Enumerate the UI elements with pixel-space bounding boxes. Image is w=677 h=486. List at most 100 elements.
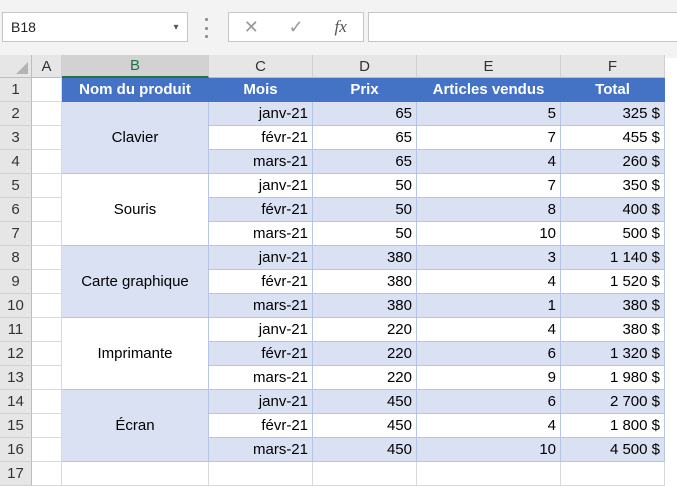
cell-a10[interactable]	[32, 294, 62, 318]
chevron-down-icon[interactable]: ▾	[165, 22, 187, 33]
column-header-d[interactable]: D	[313, 55, 417, 78]
select-all-corner[interactable]	[0, 55, 32, 78]
row-header-4[interactable]: 4	[0, 150, 32, 174]
cell-units-sold[interactable]: 8	[417, 198, 561, 222]
column-header-f[interactable]: F	[561, 55, 665, 78]
cell-units-sold[interactable]: 9	[417, 366, 561, 390]
cell-units-sold[interactable]: 10	[417, 222, 561, 246]
product-name-cell[interactable]: Écran	[62, 390, 209, 462]
table-header-cell[interactable]: Nom du produit	[62, 78, 209, 102]
cell-a14[interactable]	[32, 390, 62, 414]
cell-month[interactable]: mars-21	[209, 366, 313, 390]
cell-total[interactable]: 325 $	[561, 102, 665, 126]
row-header-6[interactable]: 6	[0, 198, 32, 222]
cell-units-sold[interactable]: 7	[417, 126, 561, 150]
cell-units-sold[interactable]: 10	[417, 438, 561, 462]
column-header-a[interactable]: A	[32, 55, 62, 78]
cell-price[interactable]: 380	[313, 270, 417, 294]
cell-units-sold[interactable]: 3	[417, 246, 561, 270]
cell-a17[interactable]	[32, 462, 62, 486]
cell-a5[interactable]	[32, 174, 62, 198]
cell-units-sold[interactable]: 5	[417, 102, 561, 126]
row-header-17[interactable]: 17	[0, 462, 32, 486]
table-header-cell[interactable]: Mois	[209, 78, 313, 102]
row-header-13[interactable]: 13	[0, 366, 32, 390]
cell-price[interactable]: 65	[313, 102, 417, 126]
cell-total[interactable]: 1 800 $	[561, 414, 665, 438]
cell-a8[interactable]	[32, 246, 62, 270]
product-name-cell[interactable]: Imprimante	[62, 318, 209, 390]
cell-a11[interactable]	[32, 318, 62, 342]
column-header-c[interactable]: C	[209, 55, 313, 78]
cell-total[interactable]: 350 $	[561, 174, 665, 198]
cell-total[interactable]: 4 500 $	[561, 438, 665, 462]
cell-month[interactable]: janv-21	[209, 318, 313, 342]
cell-a3[interactable]	[32, 126, 62, 150]
cell-month[interactable]: mars-21	[209, 438, 313, 462]
cell-total[interactable]: 380 $	[561, 318, 665, 342]
row-header-1[interactable]: 1	[0, 78, 32, 102]
cell-total[interactable]: 1 520 $	[561, 270, 665, 294]
cell-units-sold[interactable]: 4	[417, 150, 561, 174]
cell-total[interactable]: 260 $	[561, 150, 665, 174]
cell-month[interactable]: févr-21	[209, 342, 313, 366]
row-header-5[interactable]: 5	[0, 174, 32, 198]
cell-price[interactable]: 65	[313, 150, 417, 174]
cell-a2[interactable]	[32, 102, 62, 126]
name-box[interactable]: B18 ▾	[2, 12, 188, 42]
cell-a6[interactable]	[32, 198, 62, 222]
cell-total[interactable]: 400 $	[561, 198, 665, 222]
cell-month[interactable]: févr-21	[209, 270, 313, 294]
cell-empty[interactable]	[62, 462, 209, 486]
row-header-12[interactable]: 12	[0, 342, 32, 366]
cell-price[interactable]: 220	[313, 366, 417, 390]
cell-month[interactable]: mars-21	[209, 150, 313, 174]
row-header-14[interactable]: 14	[0, 390, 32, 414]
cell-price[interactable]: 50	[313, 174, 417, 198]
cell-total[interactable]: 455 $	[561, 126, 665, 150]
name-box-value[interactable]: B18	[3, 19, 165, 35]
cell-a13[interactable]	[32, 366, 62, 390]
cell-a9[interactable]	[32, 270, 62, 294]
cell-units-sold[interactable]: 7	[417, 174, 561, 198]
cell-empty[interactable]	[209, 462, 313, 486]
table-header-cell[interactable]: Prix	[313, 78, 417, 102]
cell-price[interactable]: 50	[313, 222, 417, 246]
cell-price[interactable]: 50	[313, 198, 417, 222]
column-header-b[interactable]: B	[62, 55, 209, 78]
cell-units-sold[interactable]: 4	[417, 318, 561, 342]
row-header-10[interactable]: 10	[0, 294, 32, 318]
cell-price[interactable]: 450	[313, 390, 417, 414]
cell-units-sold[interactable]: 4	[417, 414, 561, 438]
cell-month[interactable]: févr-21	[209, 198, 313, 222]
formula-input[interactable]	[368, 12, 677, 42]
insert-function-icon[interactable]: fx	[326, 17, 356, 37]
row-header-2[interactable]: 2	[0, 102, 32, 126]
product-name-cell[interactable]: Carte graphique	[62, 246, 209, 318]
cell-price[interactable]: 380	[313, 246, 417, 270]
cell-a1[interactable]	[32, 78, 62, 102]
row-header-11[interactable]: 11	[0, 318, 32, 342]
drag-handle-icon[interactable]	[202, 18, 210, 38]
row-header-9[interactable]: 9	[0, 270, 32, 294]
row-header-7[interactable]: 7	[0, 222, 32, 246]
column-header-e[interactable]: E	[417, 55, 561, 78]
cell-a12[interactable]	[32, 342, 62, 366]
cancel-icon[interactable]: ✕	[236, 17, 266, 38]
cell-a4[interactable]	[32, 150, 62, 174]
row-header-16[interactable]: 16	[0, 438, 32, 462]
cell-empty[interactable]	[313, 462, 417, 486]
cell-price[interactable]: 65	[313, 126, 417, 150]
product-name-cell[interactable]: Clavier	[62, 102, 209, 174]
cell-units-sold[interactable]: 6	[417, 342, 561, 366]
cell-price[interactable]: 450	[313, 438, 417, 462]
enter-icon[interactable]: ✓	[281, 17, 311, 38]
cell-empty[interactable]	[417, 462, 561, 486]
cell-total[interactable]: 1 980 $	[561, 366, 665, 390]
cell-total[interactable]: 2 700 $	[561, 390, 665, 414]
cell-price[interactable]: 220	[313, 342, 417, 366]
cell-month[interactable]: mars-21	[209, 222, 313, 246]
cell-price[interactable]: 450	[313, 414, 417, 438]
cell-total[interactable]: 500 $	[561, 222, 665, 246]
cell-price[interactable]: 380	[313, 294, 417, 318]
